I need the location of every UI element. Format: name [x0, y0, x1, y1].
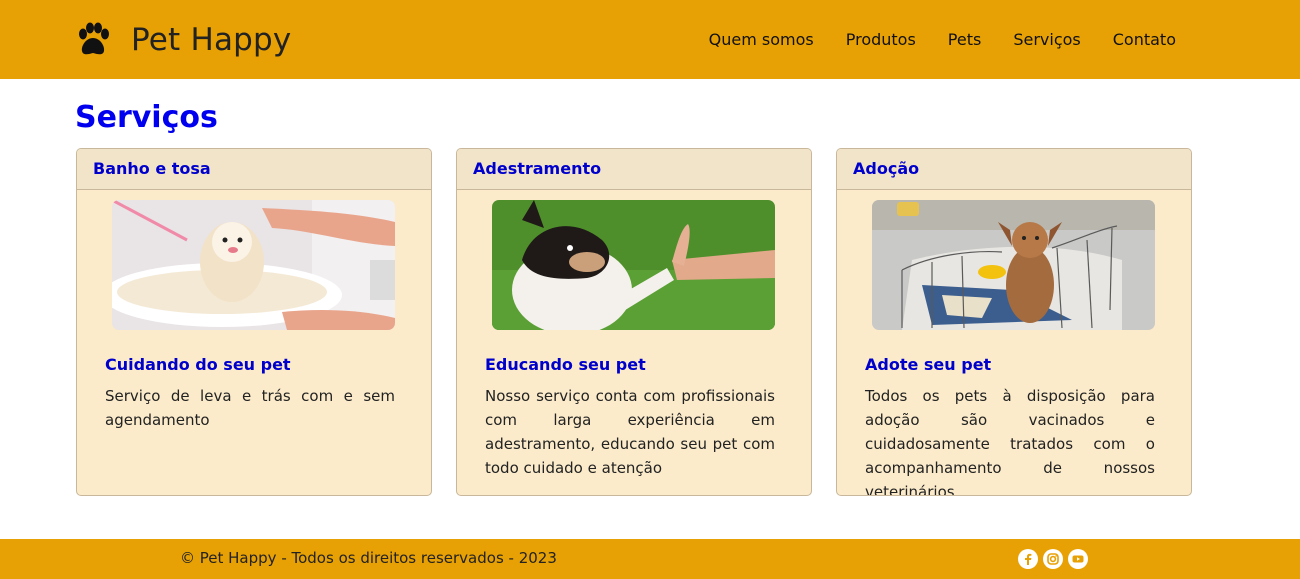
page-title: Serviços	[75, 100, 218, 135]
nav-link-produtos[interactable]: Produtos	[846, 30, 916, 49]
card-header: Banho e tosa	[77, 149, 431, 190]
main-nav: Quem somos Produtos Pets Serviços Contat…	[709, 0, 1176, 79]
social-links	[1018, 549, 1093, 569]
card-subtitle: Adote seu pet	[865, 355, 992, 374]
card-description: Serviço de leva e trás com e sem agendam…	[105, 387, 395, 429]
paw-icon	[75, 22, 111, 58]
nav-link-quem-somos[interactable]: Quem somos	[709, 30, 814, 49]
card-description: Nosso serviço conta com profissionais co…	[485, 387, 775, 477]
card-header: Adestramento	[457, 149, 811, 190]
service-card-adestramento: Adestramento Educando seu pet Nosso serv…	[456, 148, 812, 496]
nav-link-servicos[interactable]: Serviços	[1013, 30, 1080, 49]
copyright-text: © Pet Happy - Todos os direitos reservad…	[180, 549, 557, 567]
brand-name: Pet Happy	[131, 22, 292, 58]
dog-training-photo	[492, 200, 775, 330]
service-card-banho-e-tosa: Banho e tosa Cuidando do seu pet Serviço…	[76, 148, 432, 496]
card-description: Todos os pets à disposição para adoção s…	[865, 387, 1155, 496]
service-card-adocao: Adoção Adote seu pet Todos os pets à dis…	[836, 148, 1192, 496]
card-subtitle: Educando seu pet	[485, 355, 646, 374]
card-header: Adoção	[837, 149, 1191, 190]
instagram-icon[interactable]	[1043, 549, 1063, 569]
youtube-icon[interactable]	[1068, 549, 1088, 569]
brand[interactable]: Pet Happy	[75, 18, 291, 62]
dog-bath-photo	[112, 200, 395, 330]
nav-link-contato[interactable]: Contato	[1113, 30, 1176, 49]
footer: © Pet Happy - Todos os direitos reservad…	[0, 539, 1300, 579]
facebook-icon[interactable]	[1018, 549, 1038, 569]
top-navbar: Pet Happy Quem somos Produtos Pets Servi…	[0, 0, 1300, 79]
card-subtitle: Cuidando do seu pet	[105, 355, 291, 374]
puppy-adoption-photo	[872, 200, 1155, 330]
nav-link-pets[interactable]: Pets	[948, 30, 982, 49]
